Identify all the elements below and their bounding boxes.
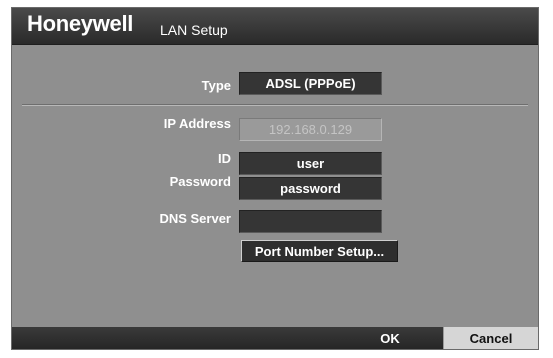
type-label: Type <box>201 78 231 93</box>
page-title: LAN Setup <box>160 22 228 38</box>
id-label: ID <box>218 151 231 166</box>
brand-logo: Honeywell <box>27 11 134 36</box>
divider <box>22 104 528 106</box>
dns-server-label: DNS Server <box>159 211 231 226</box>
port-number-setup-button[interactable]: Port Number Setup... <box>241 240 398 262</box>
type-selector[interactable]: ADSL (PPPoE) <box>239 72 382 95</box>
password-label: Password <box>169 174 231 189</box>
settings-panel: Type ADSL (PPPoE) IP Address 192.168.0.1… <box>12 45 538 327</box>
id-field[interactable]: user <box>239 152 382 175</box>
title-bar: Honeywell LAN Setup <box>12 8 538 45</box>
ip-address-label: IP Address <box>163 116 231 131</box>
ok-button[interactable]: OK <box>337 327 443 349</box>
cancel-button[interactable]: Cancel <box>443 327 538 349</box>
button-bar: OK Cancel <box>12 327 538 349</box>
password-field[interactable]: password <box>239 177 382 200</box>
dns-server-field[interactable] <box>239 210 382 233</box>
lan-setup-window: Honeywell LAN Setup Type ADSL (PPPoE) IP… <box>11 7 539 350</box>
ip-address-field: 192.168.0.129 <box>239 118 382 141</box>
